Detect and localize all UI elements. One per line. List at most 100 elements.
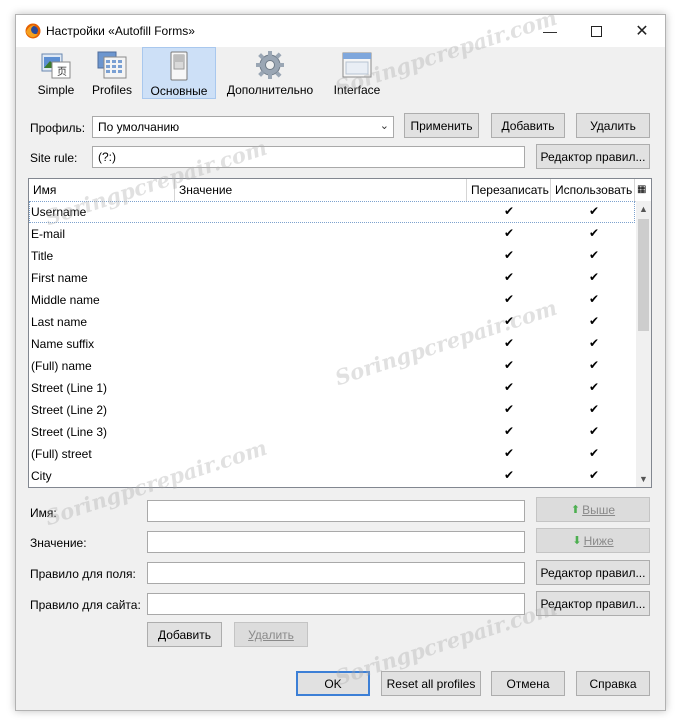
column-picker-icon[interactable]: ▦ <box>635 179 651 201</box>
profile-label: Профиль: <box>30 121 86 135</box>
use-checkmark-icon[interactable]: ✔ <box>584 446 604 460</box>
table-row[interactable]: (Full) name ✔ ✔ <box>29 355 635 377</box>
overwrite-checkmark-icon[interactable]: ✔ <box>499 446 519 460</box>
site-rule-field-editor-button[interactable]: Редактор правил... <box>536 591 650 616</box>
tab-simple[interactable]: 页 Simple <box>33 47 79 99</box>
tab-label: Дополнительно <box>226 83 314 97</box>
reset-all-profiles-button[interactable]: Reset all profiles <box>381 671 481 696</box>
scroll-down-icon[interactable]: ▼ <box>636 471 651 487</box>
tab-label: Simple <box>37 83 75 97</box>
maximize-button[interactable] <box>573 15 619 47</box>
table-scrollbar[interactable]: ▲ ▼ <box>636 201 651 487</box>
overwrite-checkmark-icon[interactable]: ✔ <box>499 336 519 350</box>
site-rule-field-label: Правило для сайта: <box>30 598 141 612</box>
table-row[interactable]: (Full) street ✔ ✔ <box>29 443 635 465</box>
maximize-icon <box>590 25 602 37</box>
site-rule-input[interactable]: (?:) <box>92 146 525 168</box>
use-checkmark-icon[interactable]: ✔ <box>584 358 604 372</box>
add-field-button[interactable]: Добавить <box>147 622 222 647</box>
overwrite-checkmark-icon[interactable]: ✔ <box>499 424 519 438</box>
overwrite-checkmark-icon[interactable]: ✔ <box>499 292 519 306</box>
use-checkmark-icon[interactable]: ✔ <box>584 424 604 438</box>
column-overwrite[interactable]: Перезаписать <box>467 179 551 201</box>
overwrite-checkmark-icon[interactable]: ✔ <box>499 248 519 262</box>
table-row[interactable]: Street (Line 3) ✔ ✔ <box>29 421 635 443</box>
close-button[interactable]: ✕ <box>619 15 665 47</box>
overwrite-checkmark-icon[interactable]: ✔ <box>499 204 519 218</box>
use-checkmark-icon[interactable]: ✔ <box>584 270 604 284</box>
overwrite-checkmark-icon[interactable]: ✔ <box>499 226 519 240</box>
apply-profile-button[interactable]: Применить <box>404 113 479 138</box>
cancel-button[interactable]: Отмена <box>491 671 565 696</box>
row-name: Username <box>31 205 87 219</box>
column-use[interactable]: Использовать <box>551 179 635 201</box>
table-body: Username ✔ ✔ E-mail ✔ ✔ Title ✔ ✔ First name ✔ ✔ Mid… <box>29 201 635 487</box>
ok-button[interactable]: OK <box>296 671 370 696</box>
delete-profile-button[interactable]: Удалить <box>576 113 650 138</box>
move-down-button[interactable]: ⬇ Ниже <box>536 528 650 553</box>
table-row[interactable]: First name ✔ ✔ <box>29 267 635 289</box>
chevron-down-icon: ⌄ <box>379 120 389 132</box>
row-name: City <box>31 469 52 483</box>
table-row[interactable]: Last name ✔ ✔ <box>29 311 635 333</box>
row-name: Title <box>31 249 54 263</box>
column-value[interactable]: Значение <box>175 179 467 201</box>
overwrite-checkmark-icon[interactable]: ✔ <box>499 358 519 372</box>
minimize-button[interactable]: — <box>527 15 573 47</box>
tab-profiles[interactable]: Profiles <box>86 47 138 99</box>
use-checkmark-icon[interactable]: ✔ <box>584 402 604 416</box>
overwrite-checkmark-icon[interactable]: ✔ <box>499 270 519 284</box>
profile-select[interactable]: По умолчанию ⌄ <box>92 116 394 138</box>
overwrite-checkmark-icon[interactable]: ✔ <box>499 314 519 328</box>
table-row[interactable]: Street (Line 1) ✔ ✔ <box>29 377 635 399</box>
table-row[interactable]: Middle name ✔ ✔ <box>29 289 635 311</box>
name-label: Имя: <box>30 506 57 520</box>
main-icon <box>170 51 188 81</box>
row-name: Street (Line 2) <box>31 403 108 417</box>
value-input[interactable] <box>147 531 525 553</box>
tab-main[interactable]: Основные <box>142 47 216 99</box>
move-up-button[interactable]: ⬆ Выше <box>536 497 650 522</box>
use-checkmark-icon[interactable]: ✔ <box>584 292 604 306</box>
profile-select-value: По умолчанию <box>98 120 180 134</box>
column-name[interactable]: Имя <box>29 179 175 201</box>
use-checkmark-icon[interactable]: ✔ <box>584 248 604 262</box>
site-rule-editor-button[interactable]: Редактор правил... <box>536 144 650 169</box>
title-bar: Настройки «Autofill Forms» — ✕ <box>16 15 665 47</box>
table-header: Имя Значение Перезаписать Использовать ▦ <box>29 179 651 202</box>
tab-advanced[interactable]: Дополнительно <box>222 47 318 99</box>
delete-field-button[interactable]: Удалить <box>234 622 308 647</box>
move-down-label: Ниже <box>583 533 614 548</box>
row-name: (Full) street <box>31 447 92 461</box>
scroll-up-icon[interactable]: ▲ <box>636 201 651 217</box>
simple-icon: 页 <box>41 53 71 79</box>
tab-interface[interactable]: Interface <box>329 47 385 99</box>
gear-icon <box>256 51 284 79</box>
use-checkmark-icon[interactable]: ✔ <box>584 468 604 482</box>
table-row[interactable]: Street (Line 2) ✔ ✔ <box>29 399 635 421</box>
table-row[interactable]: Title ✔ ✔ <box>29 245 635 267</box>
field-rule-editor-button[interactable]: Редактор правил... <box>536 560 650 585</box>
name-input[interactable] <box>147 500 525 522</box>
tab-label: Основные <box>150 84 208 98</box>
site-rule-field-input[interactable] <box>147 593 525 615</box>
use-checkmark-icon[interactable]: ✔ <box>584 314 604 328</box>
scrollbar-thumb[interactable] <box>638 219 649 331</box>
use-checkmark-icon[interactable]: ✔ <box>584 226 604 240</box>
table-row[interactable]: Username ✔ ✔ <box>29 201 635 223</box>
overwrite-checkmark-icon[interactable]: ✔ <box>499 468 519 482</box>
add-profile-button[interactable]: Добавить <box>491 113 565 138</box>
table-row[interactable]: E-mail ✔ ✔ <box>29 223 635 245</box>
preferences-toolbar: 页 Simple Profiles Основные Дополнительно… <box>16 47 665 99</box>
use-checkmark-icon[interactable]: ✔ <box>584 204 604 218</box>
use-checkmark-icon[interactable]: ✔ <box>584 380 604 394</box>
row-name: Street (Line 3) <box>31 425 108 439</box>
use-checkmark-icon[interactable]: ✔ <box>584 336 604 350</box>
overwrite-checkmark-icon[interactable]: ✔ <box>499 380 519 394</box>
table-row[interactable]: Name suffix ✔ ✔ <box>29 333 635 355</box>
field-rule-input[interactable] <box>147 562 525 584</box>
overwrite-checkmark-icon[interactable]: ✔ <box>499 402 519 416</box>
table-row[interactable]: City ✔ ✔ <box>29 465 635 487</box>
help-button[interactable]: Справка <box>576 671 650 696</box>
row-name: E-mail <box>31 227 66 241</box>
